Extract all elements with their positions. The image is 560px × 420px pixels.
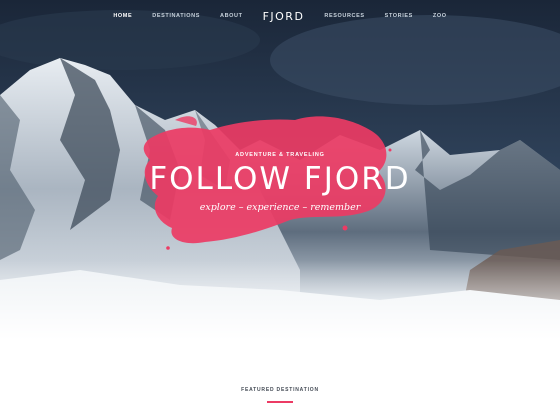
featured-underline-divider (267, 401, 293, 403)
nav-item-destinations[interactable]: DESTINATIONS (152, 13, 200, 19)
site-logo[interactable]: FJORD (263, 10, 305, 23)
nav-item-about[interactable]: ABOUT (220, 13, 243, 19)
nav-item-resources[interactable]: RESOURCES (324, 13, 364, 19)
mountain-landscape-image (0, 0, 560, 340)
nav-item-zoo[interactable]: ZOO (433, 13, 447, 19)
top-navigation: HOME DESTINATIONS ABOUT FJORD RESOURCES … (0, 8, 560, 24)
hero-section: HOME DESTINATIONS ABOUT FJORD RESOURCES … (0, 0, 560, 340)
featured-destination-heading: FEATURED DESTINATION (241, 387, 319, 393)
nav-item-home[interactable]: HOME (113, 13, 132, 19)
nav-item-stories[interactable]: STORIES (385, 13, 413, 19)
